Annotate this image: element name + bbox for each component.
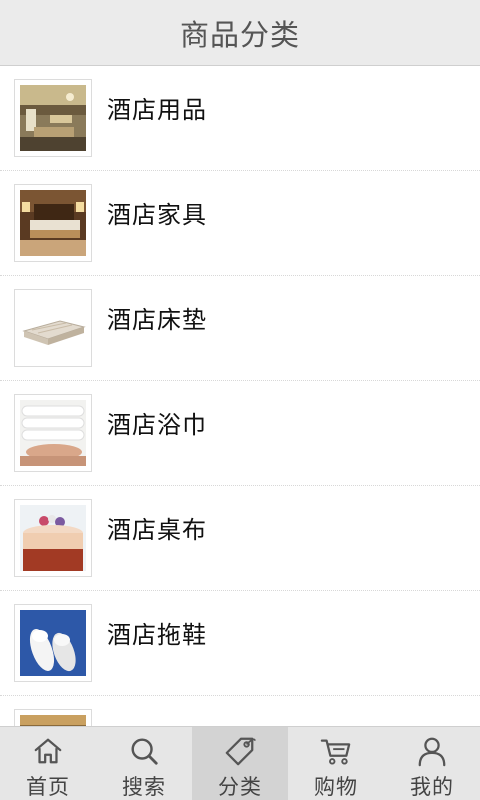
category-label: 酒店家具 [107,201,207,229]
hotel-bedroom-image [20,190,86,256]
home-icon [34,738,62,764]
app-screen: 商品分类 酒店用品 酒店家具 酒店床垫 酒店浴巾 酒店桌布 酒店拖鞋 首页 搜索… [0,0,480,800]
tab-home[interactable]: 首页 [0,727,96,800]
category-thumbnail [14,79,92,157]
tab-label: 我的 [410,775,454,799]
tab-shopping[interactable]: 购物 [288,727,384,800]
category-label: 酒店桌布 [107,516,207,544]
tab-label: 分类 [218,775,262,799]
page-title: 商品分类 [179,17,300,52]
category-label: 酒店浴巾 [107,411,207,439]
tab-label: 首页 [26,775,70,799]
tab-profile[interactable]: 我的 [384,727,480,800]
bottom-tab-bar: 首页 搜索 分类 购物 我的 [0,726,480,800]
mattress-image [20,295,86,361]
hotel-lobby-image [20,85,86,151]
category-item-partial[interactable] [0,696,480,726]
category-item-hotel-slippers[interactable]: 酒店拖鞋 [0,591,480,696]
slippers-image [20,610,86,676]
category-label: 酒店拖鞋 [107,621,207,649]
search-icon [131,738,158,765]
category-item-hotel-tablecloth[interactable]: 酒店桌布 [0,486,480,591]
category-thumbnail [14,499,92,577]
category-item-hotel-towels[interactable]: 酒店浴巾 [0,381,480,486]
tablecloth-image [20,505,86,571]
category-label: 酒店用品 [107,96,207,124]
tab-label: 搜索 [122,775,166,799]
header-bar: 商品分类 [0,0,480,66]
category-thumbnail [14,604,92,682]
tab-category[interactable]: 分类 [192,727,288,800]
category-thumbnail [14,289,92,367]
partial-item-image [20,715,86,726]
category-item-hotel-supplies[interactable]: 酒店用品 [0,66,480,171]
category-thumbnail [14,184,92,262]
category-list[interactable]: 酒店用品 酒店家具 酒店床垫 酒店浴巾 酒店桌布 酒店拖鞋 [0,66,480,726]
category-label: 酒店床垫 [107,306,207,334]
category-thumbnail [14,394,92,472]
category-item-hotel-mattress[interactable]: 酒店床垫 [0,276,480,381]
user-icon [418,737,446,767]
tab-search[interactable]: 搜索 [96,727,192,800]
towels-image [20,400,86,466]
cart-icon [320,739,351,765]
tab-label: 购物 [314,775,358,799]
category-item-hotel-furniture[interactable]: 酒店家具 [0,171,480,276]
category-thumbnail [14,709,92,726]
tag-icon [225,737,256,766]
